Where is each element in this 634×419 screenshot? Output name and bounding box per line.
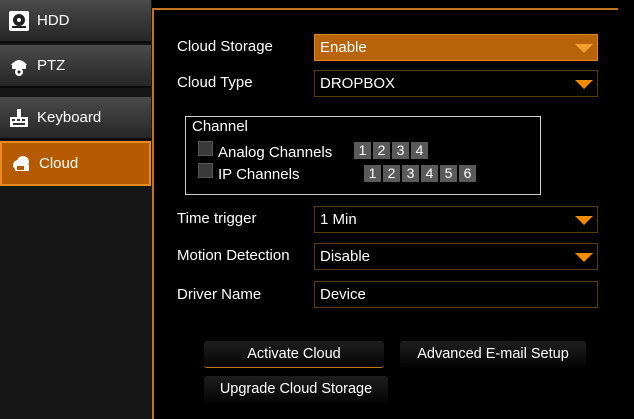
cloud-icon [10, 153, 32, 175]
keyboard-icon [8, 107, 30, 129]
activate-cloud-button[interactable]: Activate Cloud [204, 341, 384, 368]
chevron-down-icon [575, 44, 593, 53]
ip-channel-3[interactable]: 3 [402, 165, 419, 182]
channel-legend: Channel [190, 118, 250, 135]
upgrade-cloud-storage-button[interactable]: Upgrade Cloud Storage [204, 376, 388, 402]
cloud-settings-window: HDD PTZ Keyboard Cloud Cloud Storage Ena… [0, 0, 634, 419]
ip-channel-1[interactable]: 1 [364, 165, 381, 182]
sidebar-item-label: PTZ [37, 57, 66, 74]
analog-channels-checkbox[interactable] [198, 141, 213, 156]
cloud-type-value: DROPBOX [320, 75, 396, 92]
chevron-down-icon [575, 80, 593, 89]
cloud-type-label: Cloud Type [177, 74, 253, 91]
sidebar-item-label: Keyboard [37, 109, 102, 126]
ip-channel-6[interactable]: 6 [459, 165, 476, 182]
motion-detection-select[interactable]: Disable [314, 243, 598, 270]
cloud-storage-value: Enable [320, 39, 367, 56]
ip-channels-checkbox[interactable] [198, 163, 213, 178]
sidebar: HDD PTZ Keyboard Cloud [0, 0, 152, 419]
ip-channel-4[interactable]: 4 [421, 165, 438, 182]
hdd-icon [8, 10, 30, 32]
cloud-storage-label: Cloud Storage [177, 38, 273, 55]
motion-detection-value: Disable [320, 248, 371, 265]
advanced-email-setup-button[interactable]: Advanced E-mail Setup [400, 341, 586, 367]
analog-channel-1[interactable]: 1 [354, 142, 371, 159]
driver-name-value: Device [320, 286, 366, 303]
cloud-storage-select[interactable]: Enable [314, 34, 598, 61]
chevron-down-icon [575, 253, 593, 262]
sidebar-item-ptz[interactable]: PTZ [0, 45, 151, 88]
motion-detection-label: Motion Detection [177, 247, 290, 264]
sidebar-item-keyboard[interactable]: Keyboard [0, 97, 151, 140]
driver-name-input[interactable]: Device [314, 281, 598, 308]
analog-channels-label: Analog Channels [218, 144, 333, 161]
analog-channel-4[interactable]: 4 [411, 142, 428, 159]
sidebar-item-cloud[interactable]: Cloud [0, 141, 151, 186]
sidebar-item-label: HDD [37, 12, 70, 29]
ip-channel-5[interactable]: 5 [440, 165, 457, 182]
cloud-settings-panel: Cloud Storage Enable Cloud Type DROPBOX … [152, 8, 618, 419]
analog-channel-2[interactable]: 2 [373, 142, 390, 159]
sidebar-item-label: Cloud [39, 155, 79, 172]
time-trigger-value: 1 Min [320, 211, 357, 228]
ptz-camera-icon [8, 55, 30, 77]
time-trigger-select[interactable]: 1 Min [314, 206, 598, 233]
ip-channels-label: IP Channels [218, 166, 300, 183]
ip-channel-2[interactable]: 2 [383, 165, 400, 182]
chevron-down-icon [575, 216, 593, 225]
driver-name-label: Driver Name [177, 286, 262, 303]
time-trigger-label: Time trigger [177, 210, 257, 227]
sidebar-item-hdd[interactable]: HDD [0, 0, 151, 43]
cloud-type-select[interactable]: DROPBOX [314, 70, 598, 97]
analog-channel-3[interactable]: 3 [392, 142, 409, 159]
